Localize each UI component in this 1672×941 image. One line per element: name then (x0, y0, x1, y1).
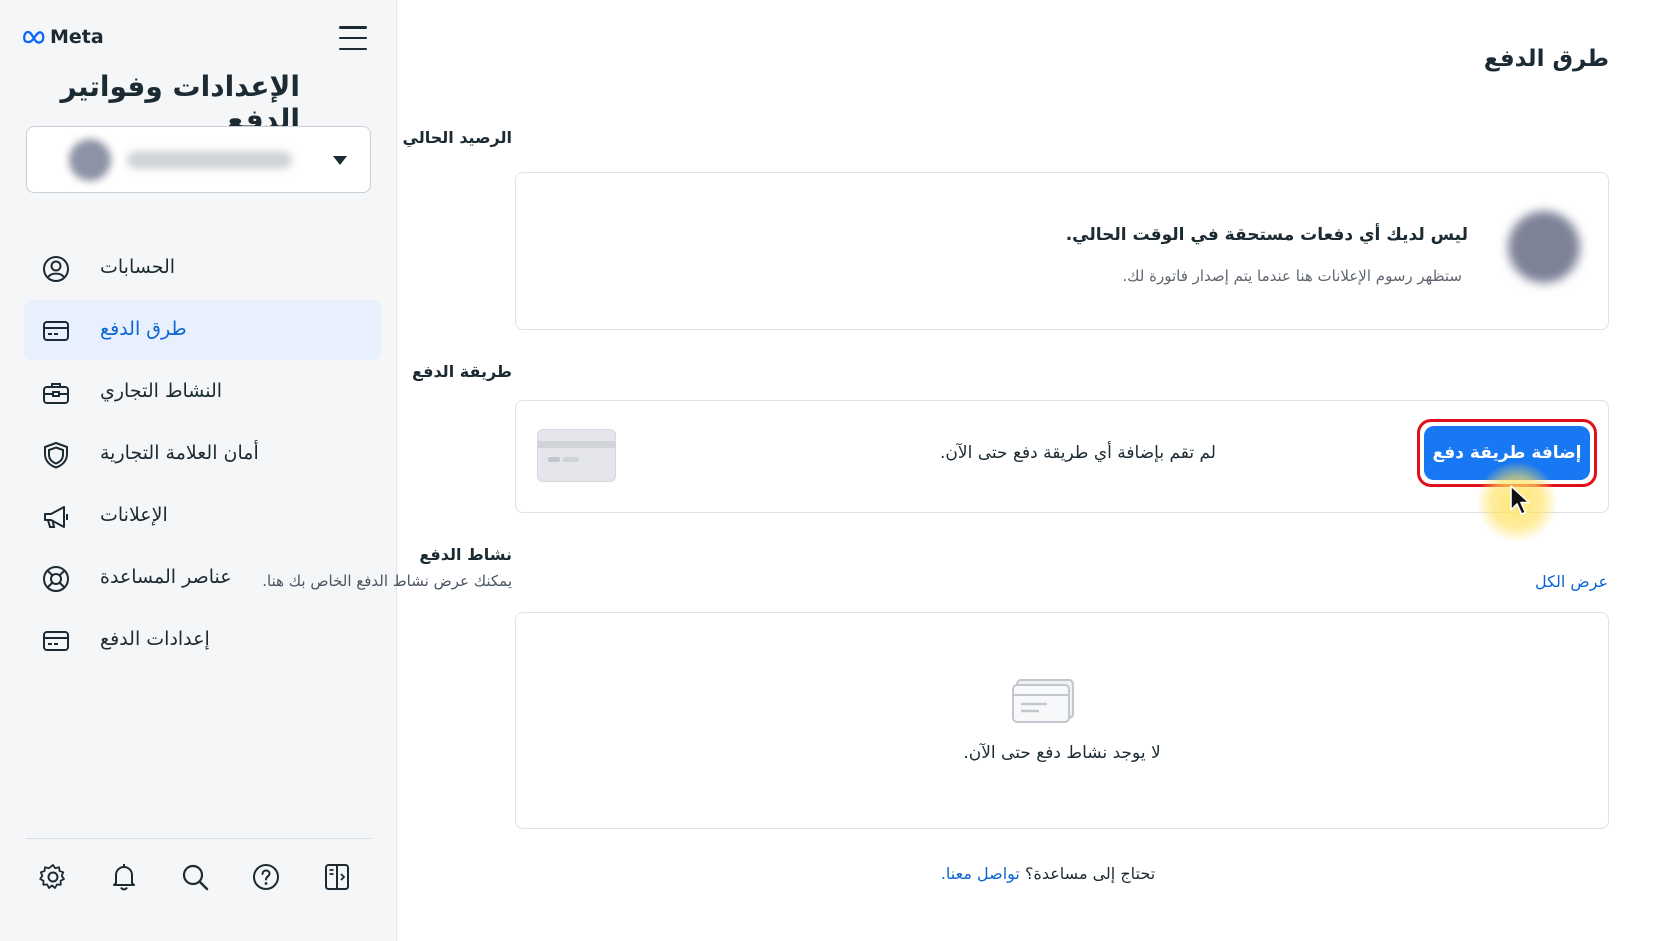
meta-logo[interactable]: Meta (22, 26, 104, 48)
sidebar-footer-icons (38, 862, 352, 892)
payment-activity-card: لا يوجد نشاط دفع حتى الآن. (515, 612, 1609, 829)
payment-activity-empty-text: لا يوجد نشاط دفع حتى الآن. (963, 743, 1161, 763)
credit-card-icon (43, 631, 69, 651)
shield-icon (44, 441, 68, 469)
account-name-redacted (127, 151, 292, 169)
divider (26, 838, 371, 839)
meta-logo-icon (23, 30, 45, 44)
brand-name: Meta (50, 26, 104, 48)
contact-us-link[interactable]: تواصل معنا. (941, 864, 1020, 883)
help-icon[interactable] (251, 862, 281, 892)
sidebar: Meta الإعدادات وفواتير الدفع الحسابات طر… (0, 0, 397, 941)
menu-icon[interactable] (339, 26, 367, 50)
payment-activity-label: نشاط الدفع (419, 545, 512, 564)
view-all-link[interactable]: عرض الكل (1535, 572, 1608, 591)
sidebar-item-label: الحسابات (100, 256, 176, 278)
sidebar-item-label: الإعلانات (100, 504, 168, 526)
credit-card-icon (43, 321, 69, 341)
megaphone-icon (44, 506, 68, 528)
receipt-icon (1012, 679, 1074, 723)
sidebar-item-ads[interactable]: الإعلانات (24, 486, 381, 546)
current-balance-card: ليس لديك أي دفعات مستحقة في الوقت الحالي… (515, 172, 1609, 330)
chevron-down-icon (333, 156, 347, 165)
panel-toggle-icon[interactable] (322, 862, 352, 892)
sidebar-item-business[interactable]: النشاط التجاري (24, 362, 381, 422)
help-question: تحتاج إلى مساعدة؟ (1024, 864, 1156, 883)
user-circle-icon (43, 256, 69, 282)
main-content: طرق الدفع الرصيد الحالي ليس لديك أي دفعا… (262, 0, 1672, 941)
payment-method-card: إضافة طريقة دفع لم تقم بإضافة أي طريقة د… (515, 400, 1609, 513)
sidebar-item-label: عناصر المساعدة (100, 566, 232, 588)
lifebuoy-icon (43, 566, 69, 592)
balance-status-title: ليس لديك أي دفعات مستحقة في الوقت الحالي… (1065, 225, 1468, 245)
sidebar-item-brand-safety[interactable]: أمان العلامة التجارية (24, 424, 381, 484)
gear-icon[interactable] (38, 862, 68, 892)
payment-activity-subtitle: يمكنك عرض نشاط الدفع الخاص بك هنا. (262, 572, 512, 590)
sidebar-nav: الحسابات طرق الدفع النشاط التجاري أمان ا… (24, 238, 381, 672)
sidebar-item-label: النشاط التجاري (100, 380, 223, 402)
account-selector[interactable] (26, 126, 371, 193)
avatar (69, 139, 111, 181)
payment-method-empty-text: لم تقم بإضافة أي طريقة دفع حتى الآن. (940, 443, 1216, 463)
sidebar-item-label: طرق الدفع (100, 318, 187, 340)
sidebar-item-label: إعدادات الدفع (100, 628, 210, 650)
page-title: طرق الدفع (1483, 46, 1609, 72)
search-icon[interactable] (180, 862, 210, 892)
bell-icon[interactable] (109, 862, 139, 892)
mouse-pointer-icon (1510, 485, 1530, 515)
balance-status-subtitle: ستظهر رسوم الإعلانات هنا عندما يتم إصدار… (1122, 267, 1462, 285)
sidebar-item-label: أمان العلامة التجارية (100, 442, 259, 464)
briefcase-icon (43, 383, 69, 404)
avatar (1508, 211, 1580, 283)
payment-method-label: طريقة الدفع (412, 362, 512, 381)
sidebar-item-accounts[interactable]: الحسابات (24, 238, 381, 298)
sidebar-item-payment-settings[interactable]: إعدادات الدفع (24, 610, 381, 670)
current-balance-label: الرصيد الحالي (402, 128, 512, 147)
help-footer: تحتاج إلى مساعدة؟ تواصل معنا. (398, 864, 1672, 883)
credit-card-illustration (537, 429, 616, 482)
sidebar-item-payment-methods[interactable]: طرق الدفع (24, 300, 381, 360)
